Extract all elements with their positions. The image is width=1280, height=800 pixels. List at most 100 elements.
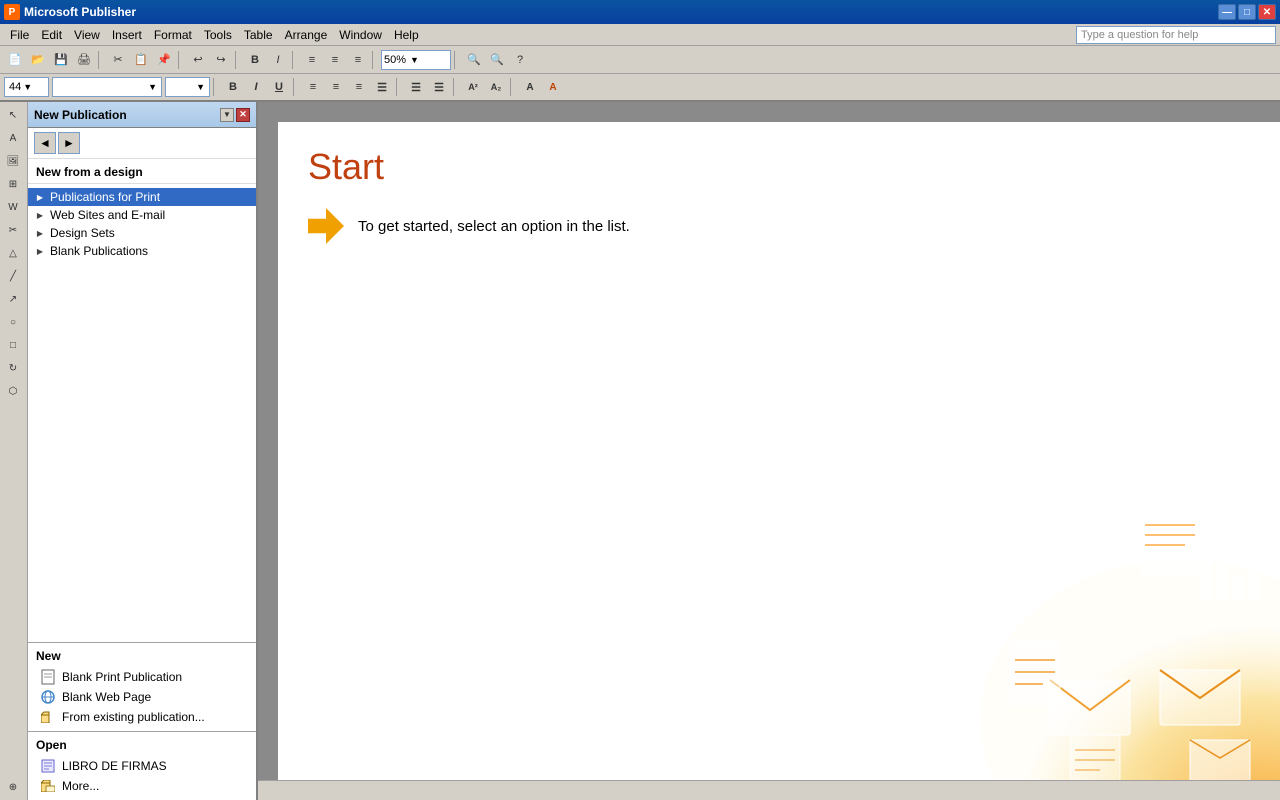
rotate-tool[interactable]: ↻ [2,357,24,379]
font-style-dropdown[interactable]: ▼ [165,77,210,97]
arrow-icon-print: ▶ [34,191,46,203]
main-layout: ↖ A 🖼 ⊞ W ✂ △ ╱ ↗ ○ □ ↻ ⬡ ⊕ New Publicat… [0,102,1280,800]
blank-web-item[interactable]: Blank Web Page [36,687,248,707]
redo-button[interactable]: ↪ [210,49,232,71]
from-existing-item[interactable]: From existing publication... [36,707,248,727]
close-button[interactable]: ✕ [1258,4,1276,20]
oval-tool[interactable]: ○ [2,311,24,333]
zoom-in-button[interactable]: 🔍 [463,49,485,71]
task-pane-close-button[interactable]: ✕ [236,108,250,122]
clip-tool[interactable]: ✂ [2,219,24,241]
list-item-publications-for-print[interactable]: ▶ Publications for Print [28,188,256,206]
font-color-button[interactable]: A [542,76,564,98]
blank-print-label: Blank Print Publication [62,670,182,684]
undo-button[interactable]: ↩ [187,49,209,71]
custom-shape-tool[interactable]: ⬡ [2,380,24,402]
menu-help[interactable]: Help [388,26,425,44]
save-button[interactable]: 💾 [50,49,72,71]
fmt-sep-5 [510,78,516,96]
list-number-button[interactable]: ☰ [428,76,450,98]
nav-forward-button[interactable]: ► [58,132,80,154]
bold-tb-button[interactable]: B [244,49,266,71]
bold-button[interactable]: B [222,76,244,98]
align-center-fmt-button[interactable]: ≡ [325,76,347,98]
align-right-button[interactable]: ≡ [347,49,369,71]
subscript-button[interactable]: A₂ [485,76,507,98]
menu-format[interactable]: Format [148,26,198,44]
libro-firmas-label: LIBRO DE FIRMAS [62,759,167,773]
title-bar: P Microsoft Publisher — □ ✕ [0,0,1280,24]
left-toolbar: ↖ A 🖼 ⊞ W ✂ △ ╱ ↗ ○ □ ↻ ⬡ ⊕ [0,102,28,800]
app-title: Microsoft Publisher [24,5,1218,19]
line-tool[interactable]: ╱ [2,265,24,287]
wordart-tool[interactable]: W [2,196,24,218]
list-item-design-sets[interactable]: ▶ Design Sets [28,224,256,242]
underline-button[interactable]: U [268,76,290,98]
open-button[interactable]: 📂 [27,49,49,71]
zoom-arrow: ▼ [410,55,419,65]
cut-button[interactable]: ✂ [107,49,129,71]
menu-file[interactable]: File [4,26,35,44]
start-prompt-text: To get started, select an option in the … [358,218,630,235]
font-name-arrow: ▼ [148,82,157,92]
new-section: New Blank Print Publication Blank Web Pa… [28,642,256,731]
window-controls: — □ ✕ [1218,4,1276,20]
maximize-button[interactable]: □ [1238,4,1256,20]
shapes-tool[interactable]: △ [2,242,24,264]
menu-insert[interactable]: Insert [106,26,148,44]
rect-tool[interactable]: □ [2,334,24,356]
toolbar-sep-2 [178,51,184,69]
superscript-button[interactable]: A² [462,76,484,98]
paste-button[interactable]: 📌 [153,49,175,71]
print-button[interactable]: 🖨 [73,49,95,71]
help-search-text: Type a question for help [1081,29,1198,41]
font-size-dropdown[interactable]: 44 ▼ [4,77,49,97]
menu-tools[interactable]: Tools [198,26,238,44]
list-item-label-web: Web Sites and E-mail [50,208,165,222]
new-button[interactable]: 📄 [4,49,26,71]
menu-arrange[interactable]: Arrange [279,26,334,44]
copy-button[interactable]: 📋 [130,49,152,71]
arrow-decoration [308,208,344,244]
help-search[interactable]: Type a question for help [1076,26,1276,44]
justify-fmt-button[interactable]: ☰ [371,76,393,98]
toolbar-sep-4 [292,51,298,69]
pointer-tool[interactable]: ↖ [2,104,24,126]
menu-window[interactable]: Window [333,26,388,44]
align-left-fmt-button[interactable]: ≡ [302,76,324,98]
zoom-out-button[interactable]: 🔍 [486,49,508,71]
picture-tool[interactable]: 🖼 [2,150,24,172]
list-item-label-design: Design Sets [50,226,115,240]
menu-edit[interactable]: Edit [35,26,68,44]
blank-print-item[interactable]: Blank Print Publication [36,667,248,687]
menu-table[interactable]: Table [238,26,279,44]
italic-tb-button[interactable]: I [267,49,289,71]
menu-view[interactable]: View [68,26,106,44]
italic-button[interactable]: I [245,76,267,98]
libro-firmas-icon [40,758,56,774]
libro-firmas-item[interactable]: LIBRO DE FIRMAS [36,756,248,776]
highlight-button[interactable]: A [519,76,541,98]
toolbar-sep-6 [454,51,460,69]
from-existing-label: From existing publication... [62,710,205,724]
more-open-item[interactable]: More... [36,776,248,796]
align-left-button[interactable]: ≡ [301,49,323,71]
connect-tool[interactable]: ⊕ [2,776,24,798]
open-section-title: Open [36,738,248,752]
task-pane-collapse-button[interactable]: ▼ [220,108,234,122]
menu-bar: File Edit View Insert Format Tools Table… [0,24,1280,46]
align-center-button[interactable]: ≡ [324,49,346,71]
list-item-blank-publications[interactable]: ▶ Blank Publications [28,242,256,260]
help-button[interactable]: ? [509,49,531,71]
list-bullet-button[interactable]: ☰ [405,76,427,98]
text-tool[interactable]: A [2,127,24,149]
table-tool[interactable]: ⊞ [2,173,24,195]
arrow-tool[interactable]: ↗ [2,288,24,310]
nav-back-button[interactable]: ◄ [34,132,56,154]
zoom-dropdown[interactable]: 50% ▼ [381,50,451,70]
align-right-fmt-button[interactable]: ≡ [348,76,370,98]
list-item-web-sites[interactable]: ▶ Web Sites and E-mail [28,206,256,224]
minimize-button[interactable]: — [1218,4,1236,20]
font-name-dropdown[interactable]: ▼ [52,77,162,97]
fmt-sep-1 [213,78,219,96]
